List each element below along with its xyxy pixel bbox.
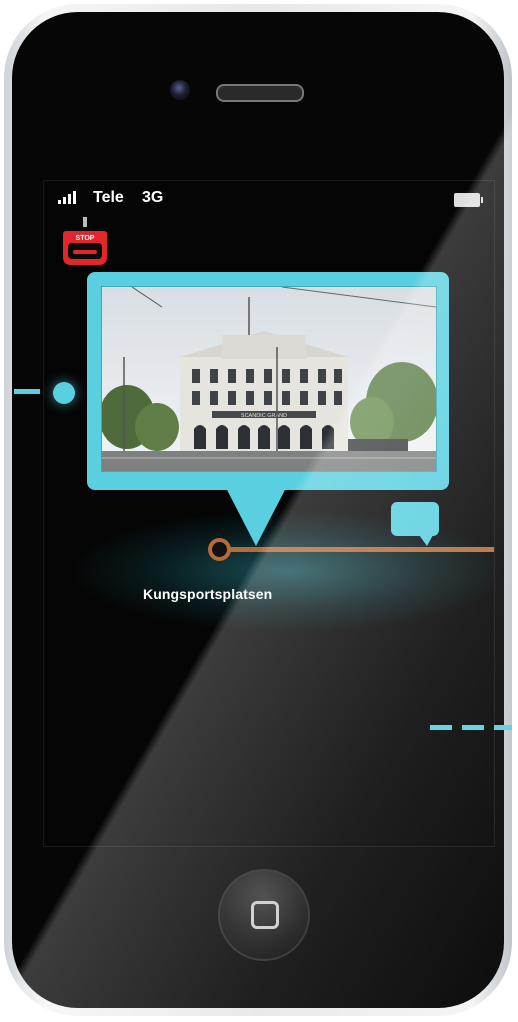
network-label: 3G bbox=[142, 189, 164, 206]
stop-photo-card[interactable]: SCANDIC GRAND bbox=[87, 272, 449, 490]
connector-dash-right-1 bbox=[430, 725, 452, 730]
route-line bbox=[229, 547, 494, 552]
connector-dash-left bbox=[14, 389, 40, 394]
connector-dash-right-3 bbox=[494, 725, 512, 730]
photo-card-pointer bbox=[226, 488, 286, 546]
status-bar: Tele 3G bbox=[44, 181, 494, 217]
home-square-icon bbox=[251, 901, 279, 929]
stop-photo: SCANDIC GRAND bbox=[101, 286, 437, 472]
carrier-label: Tele bbox=[93, 189, 124, 206]
app-screen: Tele 3G STOP SCANDIC GRAND Kungsportspla… bbox=[43, 180, 495, 847]
connector-dash-right-2 bbox=[462, 725, 484, 730]
home-button-icon[interactable] bbox=[218, 869, 310, 961]
stop-name: Kungsportsplatsen bbox=[143, 586, 273, 602]
earpiece-speaker bbox=[216, 84, 304, 102]
connector-dot-left bbox=[53, 382, 75, 404]
speech-bubble-icon[interactable] bbox=[391, 502, 441, 548]
route-stop-marker[interactable] bbox=[208, 538, 231, 561]
photo-sign-text: SCANDIC GRAND bbox=[241, 413, 287, 419]
stop-button-icon[interactable]: STOP bbox=[62, 217, 108, 267]
signal-bars-icon bbox=[58, 190, 76, 204]
battery-icon bbox=[454, 193, 483, 207]
stop-badge-text: STOP bbox=[76, 235, 95, 242]
front-camera bbox=[170, 80, 190, 100]
